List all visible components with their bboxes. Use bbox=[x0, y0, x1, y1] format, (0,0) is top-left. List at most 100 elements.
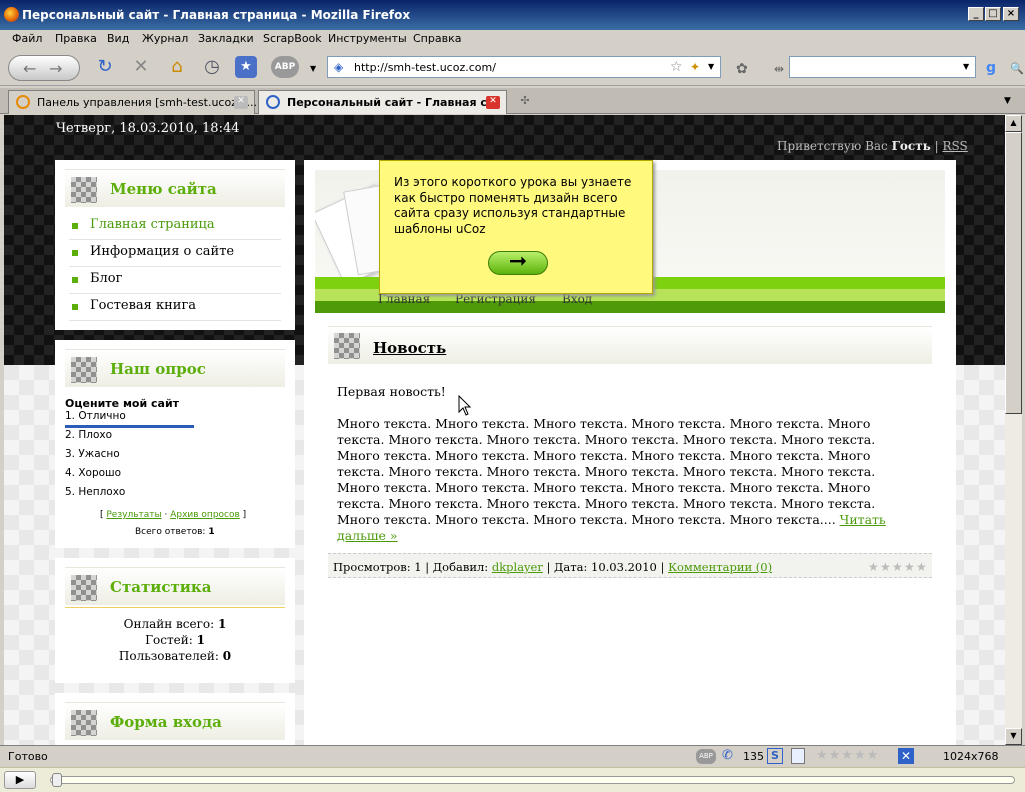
menu-item-label[interactable]: Информация о сайте bbox=[90, 244, 234, 259]
adblock-status-icon[interactable]: ABP bbox=[696, 749, 716, 764]
minimize-button[interactable]: _ bbox=[968, 7, 984, 21]
poll-results-link[interactable]: Результаты bbox=[106, 510, 161, 520]
close-tab-icon[interactable]: ✕ bbox=[486, 96, 500, 109]
menu-help[interactable]: Справка bbox=[413, 32, 461, 45]
block-header: Меню сайта bbox=[65, 169, 285, 207]
home-icon[interactable]: ⌂ bbox=[164, 54, 190, 80]
rating-star-icon[interactable]: ★ bbox=[880, 560, 891, 574]
rss-link[interactable]: RSS bbox=[942, 139, 967, 153]
new-tab-icon[interactable]: ✣ bbox=[514, 94, 536, 110]
views-value: 1 bbox=[414, 560, 422, 574]
poll-total: Всего ответов: 1 bbox=[135, 527, 215, 537]
adblock-icon[interactable]: ABP bbox=[271, 56, 299, 78]
url-dropdown-icon[interactable]: ▼ bbox=[708, 62, 714, 71]
menu-view[interactable]: Вид bbox=[107, 32, 129, 45]
menu-item-about[interactable]: Информация о сайте bbox=[69, 240, 281, 267]
page-icon[interactable] bbox=[791, 748, 805, 764]
menu-item-label[interactable]: Блог bbox=[90, 271, 122, 286]
news-text-line: текста. Много текста. Много текста. Мног… bbox=[337, 496, 876, 511]
google-search-icon[interactable]: g bbox=[986, 60, 996, 76]
close-button[interactable]: × bbox=[1003, 7, 1019, 21]
read-more-link[interactable]: Читать bbox=[840, 512, 886, 527]
url-bar[interactable]: ◈ http://smh-test.ucoz.com/ ☆ ✦ ▼ bbox=[327, 56, 721, 78]
author-link[interactable]: dkplayer bbox=[492, 560, 543, 574]
back-icon[interactable]: ← bbox=[23, 59, 36, 78]
search-dropdown-icon[interactable]: ▼ bbox=[963, 62, 969, 71]
history-clock-icon[interactable]: ◷ bbox=[199, 54, 225, 80]
poll-result-bar bbox=[65, 425, 194, 428]
news-first-line: Первая новость! bbox=[337, 384, 446, 399]
media-progress-handle[interactable] bbox=[52, 773, 62, 787]
site-favicon-icon: ◈ bbox=[334, 60, 344, 74]
next-arrow-button[interactable]: ➞ bbox=[488, 251, 548, 275]
menu-history[interactable]: Журнал bbox=[142, 32, 188, 45]
poll-option[interactable]: 2. Плохо bbox=[65, 429, 112, 441]
media-player-bar: ▶ bbox=[0, 767, 1025, 792]
tab-list-icon[interactable]: ▼ bbox=[1004, 96, 1011, 106]
login-block: Форма входа bbox=[55, 693, 295, 745]
adblock-dropdown-icon[interactable]: ▼ bbox=[310, 64, 316, 73]
online-value: 1 bbox=[218, 617, 227, 631]
menu-scrapbook[interactable]: ScrapBook bbox=[263, 32, 322, 45]
nav-login-link[interactable]: Вход bbox=[562, 292, 592, 306]
tab-control-panel[interactable]: Панель управления [smh-test.ucoz.c... ✕ bbox=[8, 90, 257, 114]
close-tab-icon[interactable]: ✕ bbox=[234, 96, 248, 109]
maximize-button[interactable]: □ bbox=[985, 7, 1001, 21]
menu-item-home[interactable]: Главная страница bbox=[69, 213, 281, 240]
tab-personal-site[interactable]: Персональный сайт - Главная с... ✕ bbox=[258, 90, 507, 114]
vertical-scrollbar[interactable]: ▲ ▼ bbox=[1005, 115, 1022, 745]
news-title[interactable]: Новость bbox=[373, 339, 446, 357]
bullet-icon bbox=[72, 223, 78, 229]
poll-option[interactable]: 4. Хорошо bbox=[65, 467, 121, 479]
nav-register-link[interactable]: Регистрация bbox=[455, 292, 536, 306]
poll-option[interactable]: 5. Неплохо bbox=[65, 486, 125, 498]
bookmark-page-icon[interactable]: ☆ bbox=[670, 59, 683, 75]
comments-link[interactable]: Комментарии (0) bbox=[668, 560, 772, 574]
skype-icon[interactable]: ✆ bbox=[722, 748, 733, 763]
menu-file[interactable]: Файл bbox=[12, 32, 42, 45]
poll-option[interactable]: 3. Ужасно bbox=[65, 448, 120, 460]
read-more-link[interactable]: дальше » bbox=[337, 528, 398, 543]
poll-option[interactable]: 1. Отлично bbox=[65, 410, 126, 422]
menu-item-label[interactable]: Гостевая книга bbox=[90, 298, 196, 313]
rating-star-icon[interactable]: ★ bbox=[868, 560, 879, 574]
stop-icon[interactable]: ✕ bbox=[128, 54, 154, 80]
rating-star-icon[interactable]: ★ bbox=[904, 560, 915, 574]
search-go-icon[interactable]: 🔍 bbox=[1010, 62, 1024, 75]
tutorial-tooltip: Из этого короткого урока вы узнаете как … bbox=[379, 160, 653, 294]
rating-star-icon[interactable]: ★ bbox=[892, 560, 903, 574]
menu-tools[interactable]: Инструменты bbox=[328, 32, 407, 45]
forward-icon[interactable]: → bbox=[49, 59, 62, 78]
menu-edit[interactable]: Правка bbox=[55, 32, 97, 45]
menu-item-blog[interactable]: Блог bbox=[69, 267, 281, 294]
guests-value: 1 bbox=[196, 633, 205, 647]
menu-bookmarks[interactable]: Закладки bbox=[198, 32, 254, 45]
s-addon-icon[interactable]: S bbox=[767, 748, 783, 764]
block-icon bbox=[334, 333, 360, 359]
url-text[interactable]: http://smh-test.ucoz.com/ bbox=[354, 61, 496, 74]
scroll-thumb[interactable] bbox=[1005, 132, 1022, 414]
poll-archive-link[interactable]: Архив опросов bbox=[170, 510, 240, 520]
feed-icon[interactable]: ✦ bbox=[690, 60, 700, 74]
media-progress-track[interactable] bbox=[50, 776, 1015, 784]
rating-star-icon[interactable]: ★ bbox=[916, 560, 927, 574]
block-icon bbox=[71, 357, 97, 383]
status-count: 135 bbox=[743, 750, 764, 763]
play-icon[interactable]: ▶ bbox=[4, 771, 36, 789]
scrapbook-icon[interactable]: ✿ bbox=[736, 61, 748, 77]
news-meta: Просмотров: 1 | Добавил: dkplayer | Дата… bbox=[333, 560, 773, 574]
scroll-up-icon[interactable]: ▲ bbox=[1005, 115, 1022, 132]
date-label: Дата: bbox=[554, 560, 588, 574]
poll-total-label: Всего ответов: bbox=[135, 527, 206, 537]
search-input[interactable]: ▼ bbox=[789, 56, 976, 78]
menu-item-guestbook[interactable]: Гостевая книга bbox=[69, 294, 281, 321]
reload-icon[interactable]: ↻ bbox=[92, 54, 118, 80]
bookmark-star-icon[interactable]: ★ bbox=[235, 56, 257, 78]
menu-item-label[interactable]: Главная страница bbox=[90, 217, 215, 232]
x-addon-icon[interactable]: ✕ bbox=[898, 748, 914, 764]
divider bbox=[65, 607, 285, 608]
rating-stars-icon[interactable]: ★★★★★ bbox=[816, 748, 879, 763]
nav-home-link[interactable]: Главная bbox=[378, 292, 430, 306]
scroll-down-icon[interactable]: ▼ bbox=[1005, 728, 1022, 745]
back-forward-buttons[interactable]: ← → bbox=[8, 55, 80, 81]
